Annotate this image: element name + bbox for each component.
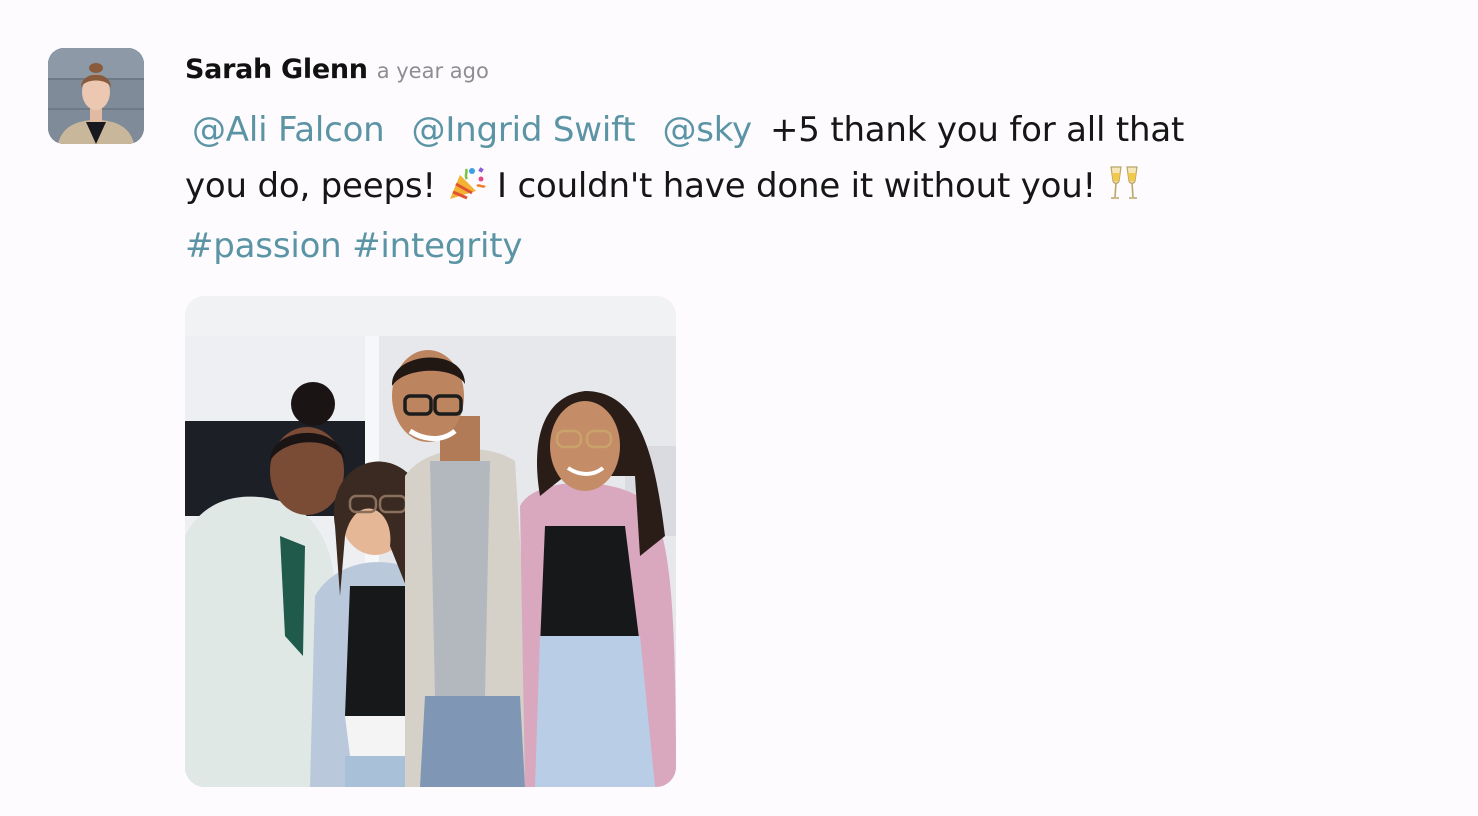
hashtag-passion[interactable]: #passion	[185, 226, 342, 266]
post-image[interactable]	[185, 296, 676, 787]
post-timestamp: a year ago	[376, 59, 489, 83]
feed-post: Sarah Glenn a year ago @Ali Falcon @Ingri…	[0, 0, 1478, 816]
mention-ali-falcon[interactable]: @Ali Falcon	[192, 110, 385, 150]
post-content: Sarah Glenn a year ago @Ali Falcon @Ingri…	[185, 54, 1285, 274]
mention-ingrid-swift[interactable]: @Ingrid Swift	[412, 110, 636, 150]
message-text-part2: I couldn't have done it without you!	[486, 166, 1107, 206]
mention-sky[interactable]: @sky	[662, 110, 752, 150]
clinking-glasses-icon	[1107, 162, 1141, 218]
author-name[interactable]: Sarah Glenn	[185, 54, 368, 85]
post-message: @Ali Falcon @Ingrid Swift @sky +5 thank you…	[185, 102, 1245, 274]
party-popper-icon	[446, 162, 487, 218]
group-photo-icon	[185, 296, 676, 787]
post-header: Sarah Glenn a year ago	[185, 54, 1285, 90]
author-avatar[interactable]	[48, 48, 144, 144]
hashtag-integrity[interactable]: #integrity	[352, 226, 522, 266]
more-mentions-count[interactable]: +5	[770, 110, 820, 150]
avatar-photo-icon	[48, 48, 144, 144]
